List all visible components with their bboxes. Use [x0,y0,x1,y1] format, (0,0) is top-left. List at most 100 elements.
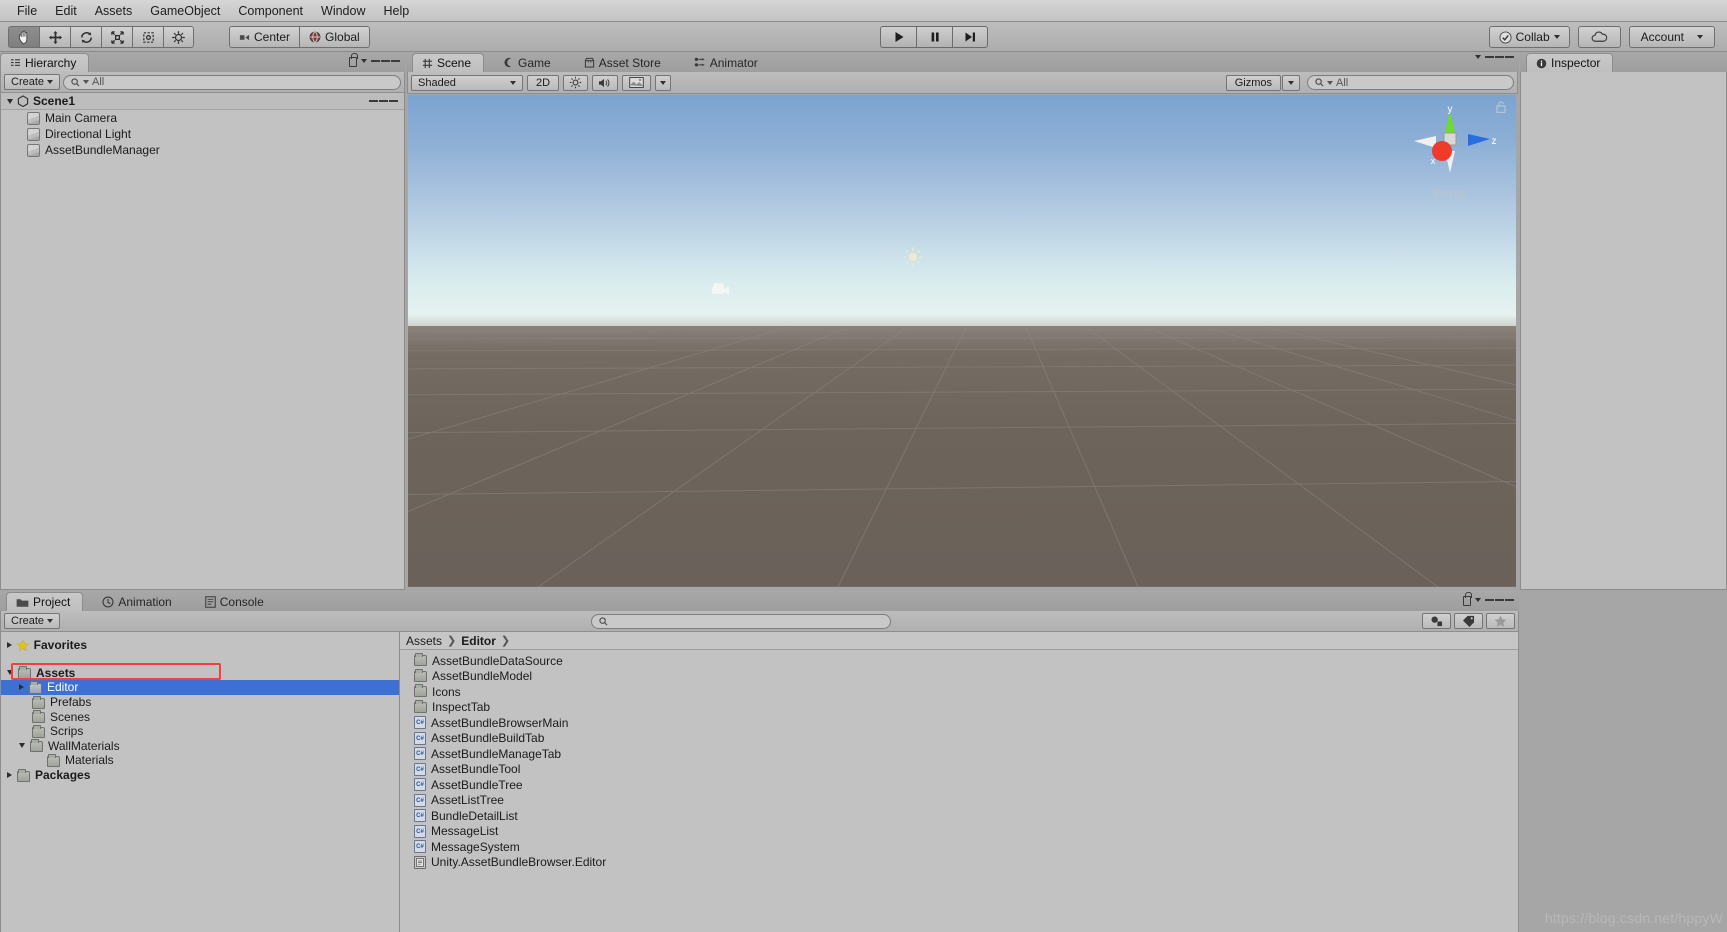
file-item-assetbundlebrowsermain[interactable]: C# AssetBundleBrowserMain [400,715,1518,731]
scene-audio-toggle[interactable] [592,74,619,91]
tree-item-scenes[interactable]: Scenes [1,709,399,724]
tab-scene[interactable]: Scene [412,53,485,72]
file-item-icons[interactable]: Icons [400,684,1518,700]
shading-mode-dropdown[interactable]: Shaded [411,74,523,91]
file-item-assetbundlebuildtab[interactable]: C# AssetBundleBuildTab [400,731,1518,747]
tree-item-favorites[interactable]: ★ Favorites [1,638,399,653]
space-mode-button[interactable]: Global [299,26,370,48]
move-tool-button[interactable] [39,26,70,48]
menu-bar: File Edit Assets GameObject Component Wi… [0,0,1727,22]
chevron-down-icon[interactable] [361,59,367,63]
file-item-bundledetaillist[interactable]: C# BundleDetailList [400,808,1518,824]
file-item-inspecttab[interactable]: InspectTab [400,699,1518,716]
rect-tool-button[interactable] [132,26,163,48]
file-item-label: AssetBundleManageTab [431,746,562,761]
lock-icon[interactable] [349,53,358,67]
menu-item-assets[interactable]: Assets [86,1,142,21]
scene-root-row[interactable]: Scene1 [1,93,404,110]
tab-inspector[interactable]: Inspector [1526,53,1614,72]
tab-game[interactable]: Game [494,53,563,72]
file-item-assetbundletool[interactable]: C# AssetBundleTool [400,762,1518,778]
tree-item-label: Editor [47,680,79,695]
scene-lighting-toggle[interactable] [563,74,589,91]
panel-menu-icon[interactable] [1485,598,1514,602]
hierarchy-item-main-camera[interactable]: Main Camera [1,110,404,126]
menu-item-window[interactable]: Window [312,1,374,21]
tree-item-editor[interactable]: Editor [1,680,399,695]
camera-gizmo[interactable] [711,281,731,297]
disclosure-icon[interactable] [7,772,12,779]
disclosure-icon[interactable] [7,98,13,104]
menu-item-file[interactable]: File [8,1,46,21]
asset-filter-button[interactable] [1422,613,1451,629]
disclosure-icon[interactable] [19,743,25,749]
file-item-unity-assetbundlebrowser-editor[interactable]: Unity.AssetBundleBrowser.Editor [400,855,1518,871]
rotate-tool-button[interactable] [70,26,101,48]
menu-item-gameobject[interactable]: GameObject [141,1,229,21]
tree-item-prefabs[interactable]: Prefabs [1,695,399,710]
file-item-assetbundledatasource[interactable]: AssetBundleDataSource [400,653,1518,669]
chevron-down-icon[interactable] [1475,598,1481,602]
account-button[interactable]: Account [1628,26,1715,48]
hand-tool-button[interactable] [8,26,39,48]
panel-menu-icon[interactable] [1485,55,1514,59]
pause-button[interactable] [916,26,952,48]
hierarchy-item-directional-light[interactable]: Directional Light [1,126,404,142]
scene-fx-toggle[interactable] [622,74,652,91]
gizmos-caret-button[interactable] [1282,74,1300,91]
tree-item-assets[interactable]: Assets [1,666,399,681]
scene-fx-dropdown[interactable] [655,74,672,91]
breadcrumb-assets[interactable]: Assets [406,634,442,648]
tree-item-wallmaterials[interactable]: WallMaterials [1,739,399,754]
hierarchy-create-button[interactable]: Create [4,74,61,90]
disclosure-icon[interactable] [7,642,12,649]
disclosure-icon[interactable] [19,684,24,691]
menu-item-edit[interactable]: Edit [46,1,86,21]
pivot-mode-button[interactable]: Center [229,26,300,48]
scene-menu-icon[interactable] [369,99,398,103]
project-create-button[interactable]: Create [4,613,61,629]
step-button[interactable] [952,26,988,48]
tab-hierarchy[interactable]: Hierarchy [0,53,90,72]
menu-item-component[interactable]: Component [229,1,312,21]
tab-project[interactable]: Project [6,592,84,611]
scale-tool-button[interactable] [101,26,132,48]
tab-console[interactable]: Console [196,592,276,611]
scene-viewport[interactable]: y z x Persp [408,95,1516,587]
lock-icon[interactable] [1463,592,1472,606]
favorite-filter-button[interactable] [1486,613,1515,629]
tab-animator[interactable]: Animator [685,53,770,72]
scene-search-input[interactable]: All [1307,75,1514,90]
tree-item-materials[interactable]: Materials [1,753,399,768]
file-item-assetlisttree[interactable]: C# AssetListTree [400,793,1518,809]
tree-item-scrips[interactable]: Scrips [1,724,399,739]
panel-menu-icon[interactable] [371,59,400,63]
hierarchy-search-input[interactable]: All [63,74,401,90]
chevron-down-icon[interactable] [1475,55,1481,59]
tree-item-packages[interactable]: Packages [1,768,399,783]
transform-tool-button[interactable] [163,26,194,48]
light-gizmo[interactable] [902,246,924,268]
label-filter-button[interactable] [1454,613,1483,629]
tab-animation[interactable]: Animation [93,592,183,611]
project-search-input[interactable] [591,613,892,629]
2d-toggle-button[interactable]: 2D [527,74,560,91]
file-item-assetbundlemanagetab[interactable]: C# AssetBundleManageTab [400,746,1518,762]
file-item-assetbundletree[interactable]: C# AssetBundleTree [400,777,1518,793]
menu-item-help[interactable]: Help [374,1,418,21]
scene-view-lock-icon[interactable] [1496,101,1506,116]
disclosure-icon[interactable] [7,670,13,676]
scene-axis-gizmo[interactable]: y z x Persp [1402,103,1498,207]
cloud-icon [1591,31,1607,42]
cloud-button[interactable] [1577,26,1621,48]
file-item-messagelist[interactable]: C# MessageList [400,824,1518,840]
gizmos-dropdown-button[interactable]: Gizmos [1225,74,1281,91]
breadcrumb-editor[interactable]: Editor [461,634,496,648]
play-button[interactable] [880,26,916,48]
projection-mode-label[interactable]: Persp [1402,186,1498,201]
file-item-assetbundlemodel[interactable]: AssetBundleModel [400,668,1518,685]
hierarchy-item-assetbundlemanager[interactable]: AssetBundleManager [1,142,404,158]
file-item-messagesystem[interactable]: C# MessageSystem [400,839,1518,855]
tab-asset-store[interactable]: Asset Store [575,53,673,72]
collab-button[interactable]: Collab [1488,26,1570,48]
